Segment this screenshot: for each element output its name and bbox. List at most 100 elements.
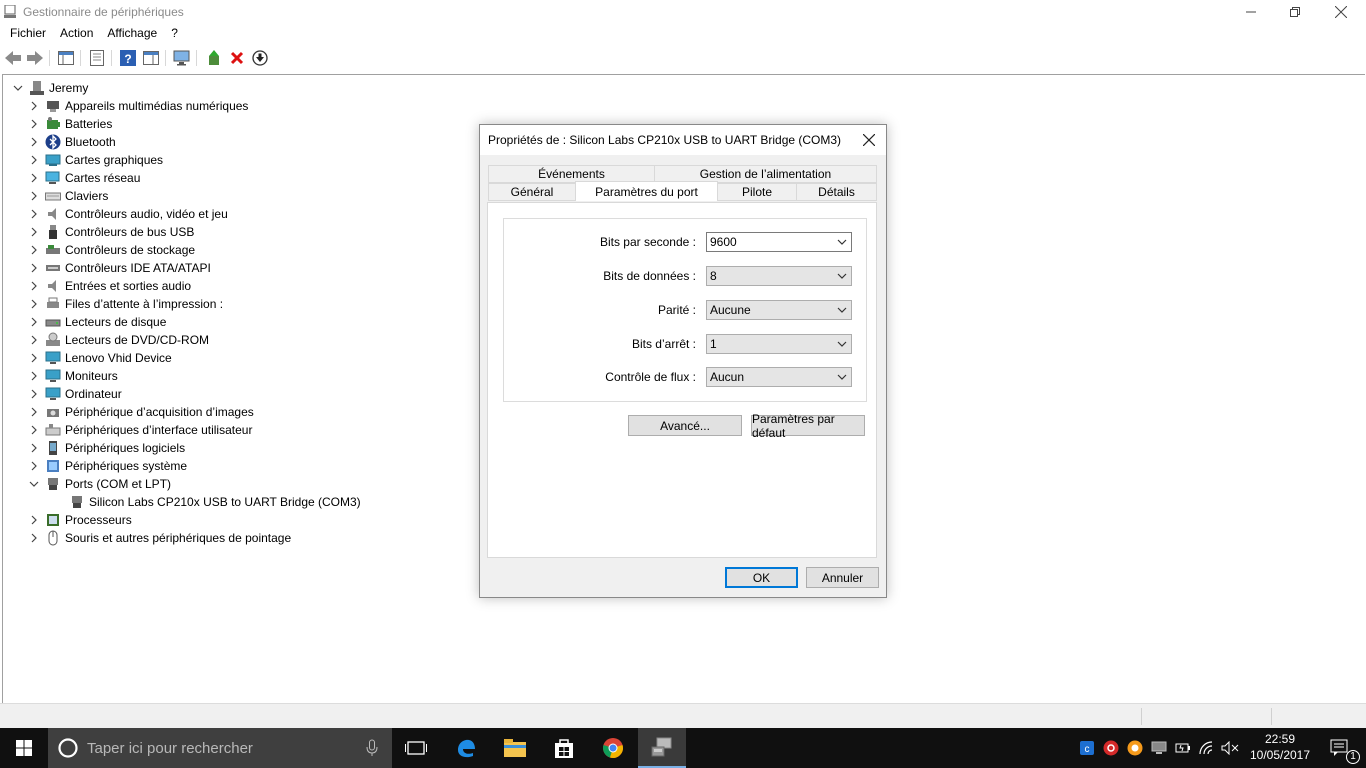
tree-category-item[interactable]: Ports (COM et LPT) bbox=[27, 475, 171, 493]
tray-app-icon[interactable] bbox=[1150, 728, 1168, 768]
tray-app-icon[interactable] bbox=[1102, 728, 1120, 768]
file-explorer-button[interactable] bbox=[491, 728, 539, 768]
tab-pilote[interactable]: Pilote bbox=[717, 183, 797, 201]
scan-hardware-button[interactable] bbox=[173, 49, 191, 67]
tree-category-item[interactable]: Contrôleurs IDE ATA/ATAPI bbox=[27, 259, 211, 277]
advanced-button[interactable]: Avancé... bbox=[628, 415, 742, 436]
chevron-right-icon[interactable] bbox=[27, 349, 41, 367]
power-icon-button[interactable] bbox=[1174, 728, 1192, 768]
uninstall-button[interactable] bbox=[228, 49, 246, 67]
tray-app-icon[interactable] bbox=[1126, 728, 1144, 768]
chevron-right-icon[interactable] bbox=[27, 277, 41, 295]
menu-action[interactable]: Action bbox=[60, 24, 93, 44]
tree-category-item[interactable]: Batteries bbox=[27, 115, 112, 133]
stop-bits-select[interactable]: 1 bbox=[706, 334, 852, 354]
bits-per-second-select[interactable]: 9600 bbox=[706, 232, 852, 252]
tree-category-item[interactable]: Bluetooth bbox=[27, 133, 116, 151]
show-hide-console-tree-button[interactable] bbox=[57, 49, 75, 67]
chevron-right-icon[interactable] bbox=[27, 529, 41, 547]
device-manager-taskbar-button[interactable] bbox=[638, 728, 686, 768]
tree-category-item[interactable]: Cartes réseau bbox=[27, 169, 140, 187]
forward-button[interactable] bbox=[26, 49, 44, 67]
chevron-down-icon[interactable] bbox=[11, 79, 25, 97]
volume-button[interactable] bbox=[1220, 728, 1240, 768]
chevron-right-icon[interactable] bbox=[27, 457, 41, 475]
tree-category-item[interactable]: Lecteurs de disque bbox=[27, 313, 166, 331]
chevron-right-icon[interactable] bbox=[27, 421, 41, 439]
tree-category-item[interactable]: Souris et autres périphériques de pointa… bbox=[27, 529, 291, 547]
chevron-right-icon[interactable] bbox=[27, 403, 41, 421]
tree-category-item[interactable]: Périphériques d’interface utilisateur bbox=[27, 421, 252, 439]
taskbar-search[interactable]: Taper ici pour rechercher bbox=[48, 728, 392, 768]
menu-fichier[interactable]: Fichier bbox=[10, 24, 46, 44]
chevron-right-icon[interactable] bbox=[27, 205, 41, 223]
tree-category-item[interactable]: Contrôleurs de stockage bbox=[27, 241, 195, 259]
chrome-button[interactable] bbox=[589, 728, 637, 768]
taskbar-clock[interactable]: 22:59 10/05/2017 bbox=[1244, 731, 1316, 763]
tree-category-item[interactable]: Appareils multimédias numériques bbox=[27, 97, 248, 115]
tree-category-item[interactable]: Lenovo Vhid Device bbox=[27, 349, 172, 367]
tree-category-item[interactable]: Lecteurs de DVD/CD-ROM bbox=[27, 331, 209, 349]
chevron-right-icon[interactable] bbox=[27, 439, 41, 457]
minimize-button[interactable] bbox=[1228, 0, 1274, 24]
tree-category-item[interactable]: Contrôleurs de bus USB bbox=[27, 223, 194, 241]
chevron-right-icon[interactable] bbox=[27, 169, 41, 187]
tree-category-item[interactable]: Claviers bbox=[27, 187, 108, 205]
menu-affichage[interactable]: Affichage bbox=[107, 24, 157, 44]
tree-category-item[interactable]: Contrôleurs audio, vidéo et jeu bbox=[27, 205, 228, 223]
start-button[interactable] bbox=[0, 728, 48, 768]
dialog-close-button[interactable] bbox=[858, 129, 880, 151]
tree-root[interactable]: Jeremy bbox=[11, 79, 88, 97]
tree-category-item[interactable]: Ordinateur bbox=[27, 385, 122, 403]
properties-button[interactable] bbox=[88, 49, 106, 67]
edge-button[interactable] bbox=[442, 728, 490, 768]
flow-control-select[interactable]: Aucun bbox=[706, 367, 852, 387]
restore-button[interactable] bbox=[1272, 0, 1318, 24]
chevron-right-icon[interactable] bbox=[27, 187, 41, 205]
chevron-right-icon[interactable] bbox=[27, 385, 41, 403]
help-button[interactable]: ? bbox=[119, 49, 137, 67]
tray-app-icon[interactable]: c bbox=[1078, 728, 1096, 768]
task-view-button[interactable] bbox=[392, 728, 440, 768]
chevron-right-icon[interactable] bbox=[27, 331, 41, 349]
cancel-button[interactable]: Annuler bbox=[806, 567, 879, 588]
tree-category-item[interactable]: Files d’attente à l’impression : bbox=[27, 295, 223, 313]
chevron-right-icon[interactable] bbox=[27, 313, 41, 331]
tab-general[interactable]: Général bbox=[488, 183, 576, 201]
tree-category-item[interactable]: Entrées et sorties audio bbox=[27, 277, 191, 295]
network-button[interactable] bbox=[1198, 728, 1216, 768]
chevron-right-icon[interactable] bbox=[27, 115, 41, 133]
chevron-right-icon[interactable] bbox=[27, 295, 41, 313]
tree-category-item[interactable]: Processeurs bbox=[27, 511, 132, 529]
chevron-right-icon[interactable] bbox=[27, 259, 41, 277]
close-window-button[interactable] bbox=[1318, 0, 1364, 24]
microphone-icon[interactable] bbox=[366, 739, 378, 757]
tree-category-item[interactable]: Périphériques système bbox=[27, 457, 187, 475]
tree-category-item[interactable]: Périphérique d’acquisition d’images bbox=[27, 403, 254, 421]
restore-defaults-button[interactable]: Paramètres par défaut bbox=[751, 412, 865, 440]
menu-help[interactable]: ? bbox=[171, 24, 178, 44]
back-button[interactable] bbox=[4, 49, 22, 67]
chevron-right-icon[interactable] bbox=[27, 97, 41, 115]
action-center-button[interactable]: 1 bbox=[1320, 728, 1360, 768]
ok-button[interactable]: OK bbox=[725, 567, 798, 588]
chevron-right-icon[interactable] bbox=[27, 133, 41, 151]
chevron-right-icon[interactable] bbox=[27, 367, 41, 385]
chevron-right-icon[interactable] bbox=[27, 241, 41, 259]
chevron-down-icon[interactable] bbox=[27, 475, 41, 493]
chevron-right-icon[interactable] bbox=[27, 223, 41, 241]
tree-category-item[interactable]: Périphériques logiciels bbox=[27, 439, 185, 457]
parity-select[interactable]: Aucune bbox=[706, 300, 852, 320]
tab-details[interactable]: Détails bbox=[796, 183, 877, 201]
data-bits-select[interactable]: 8 bbox=[706, 266, 852, 286]
chevron-right-icon[interactable] bbox=[27, 151, 41, 169]
action-pane-button[interactable] bbox=[142, 49, 160, 67]
update-driver-button[interactable] bbox=[205, 49, 223, 67]
tab-parametres-du-port[interactable]: Paramètres du port bbox=[575, 181, 718, 201]
tree-child-item[interactable]: Silicon Labs CP210x USB to UART Bridge (… bbox=[65, 493, 361, 511]
tree-category-item[interactable]: Moniteurs bbox=[27, 367, 118, 385]
disable-device-button[interactable] bbox=[251, 49, 269, 67]
chevron-right-icon[interactable] bbox=[27, 511, 41, 529]
tree-category-item[interactable]: Cartes graphiques bbox=[27, 151, 163, 169]
store-button[interactable] bbox=[540, 728, 588, 768]
